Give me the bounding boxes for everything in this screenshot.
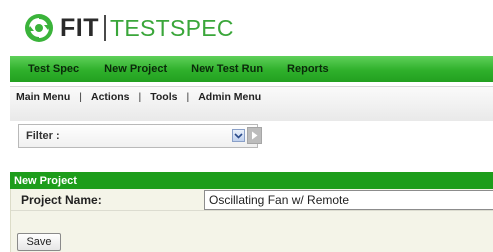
project-name-input[interactable] — [204, 190, 493, 210]
sub-nav-separator: | — [79, 91, 82, 103]
nav-new-test-run[interactable]: New Test Run — [191, 63, 263, 75]
sub-nav-admin-menu[interactable]: Admin Menu — [198, 91, 261, 103]
recycle-gear-icon — [25, 14, 53, 42]
panel-title: New Project — [14, 174, 77, 187]
panel-header: New Project — [10, 172, 493, 189]
nav-reports[interactable]: Reports — [287, 63, 329, 75]
filter-dropdown-button[interactable] — [232, 129, 245, 142]
chevron-down-icon — [234, 132, 243, 139]
nav-test-spec[interactable]: Test Spec — [28, 63, 79, 75]
play-arrow-icon — [252, 131, 258, 140]
brand-name-testspec: TESTSPEC — [110, 14, 234, 41]
filter-go-button[interactable] — [247, 127, 262, 144]
panel-body: Project Name: Save — [10, 189, 493, 252]
project-name-label: Project Name: — [21, 193, 102, 207]
project-name-row: Project Name: — [11, 189, 493, 211]
header: FIT TESTSPEC — [24, 8, 234, 48]
brand-name-fit: FIT — [60, 13, 99, 42]
nav-new-project[interactable]: New Project — [104, 63, 167, 75]
save-button[interactable]: Save — [17, 233, 61, 251]
sub-nav: Main Menu | Actions | Tools | Admin Menu — [10, 86, 493, 121]
filter-label: Filter : — [26, 130, 60, 142]
sub-nav-main-menu[interactable]: Main Menu — [16, 91, 70, 103]
filter-select[interactable]: Filter : — [18, 124, 258, 148]
sub-nav-separator: | — [186, 91, 190, 103]
main-nav: Test Spec New Project New Test Run Repor… — [10, 56, 493, 82]
sub-nav-actions[interactable]: Actions — [91, 91, 130, 103]
brand-divider — [104, 15, 106, 41]
sub-nav-separator: | — [138, 91, 142, 103]
sub-nav-tools[interactable]: Tools — [150, 91, 177, 103]
